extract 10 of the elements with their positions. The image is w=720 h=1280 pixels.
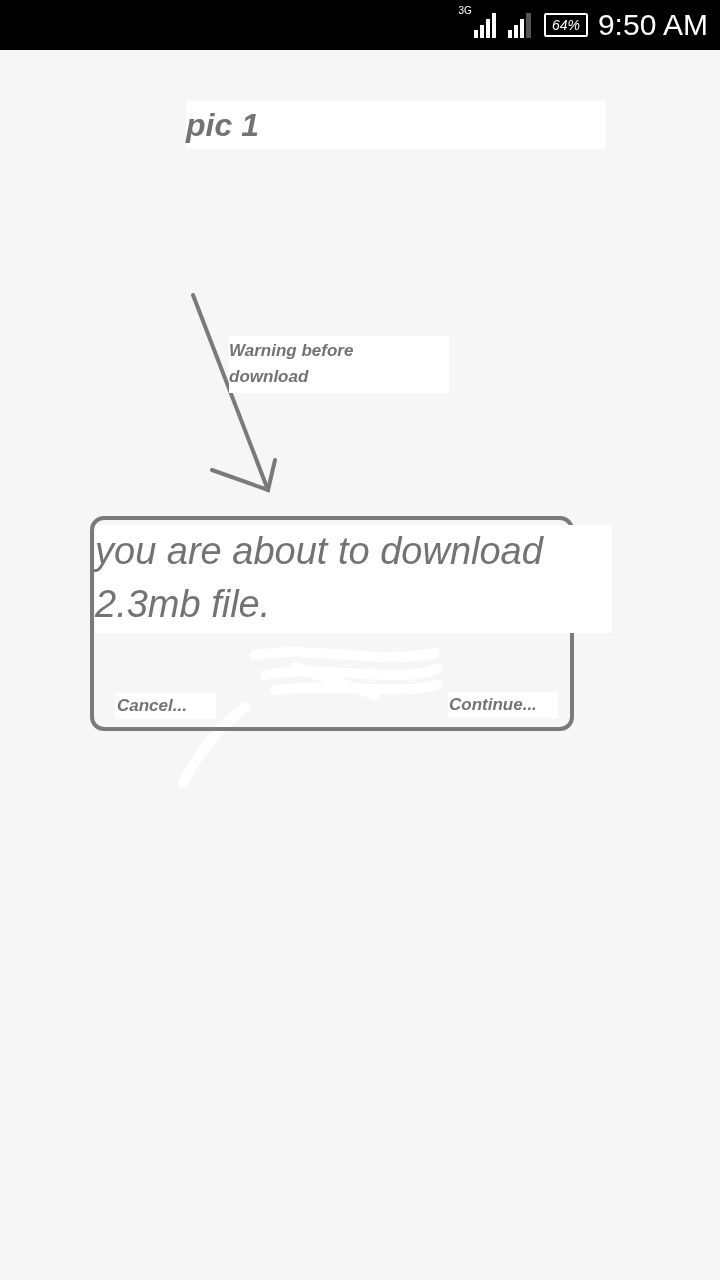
network-type: 3G [458,6,472,16]
signal-icon [473,12,498,38]
dialog-message: you are about to download 2.3mb file. [95,525,612,633]
battery-indicator: 64% [543,13,588,37]
title-label: pic 1 [186,101,606,149]
clock: 9:50 AM [597,10,708,40]
annotation-note: Warning before download [229,336,449,393]
cancel-button[interactable]: Cancel... [115,693,216,719]
signal-icon [507,12,534,38]
continue-button[interactable]: Continue... [448,692,558,718]
